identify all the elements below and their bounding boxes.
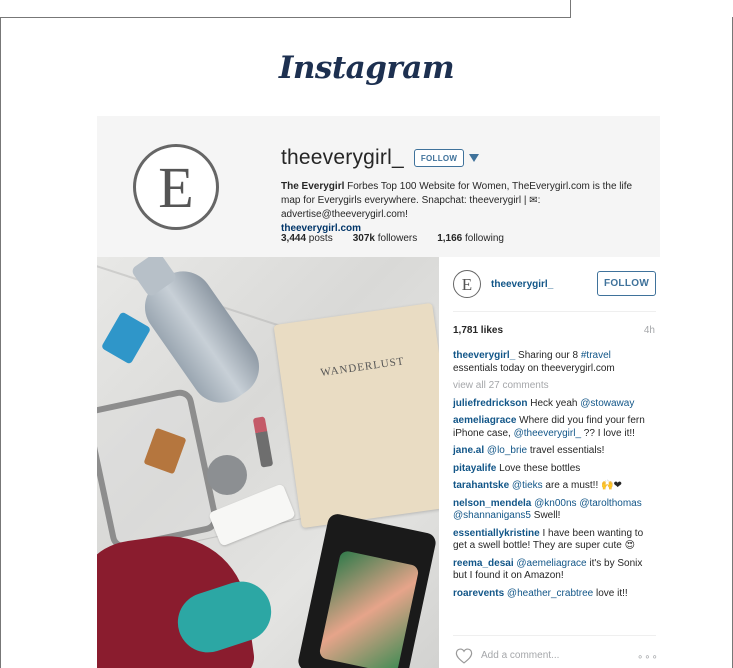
mention-link[interactable]: @tieks — [512, 480, 543, 491]
posts-stat: 3,444 posts — [281, 233, 333, 244]
followers-label: followers — [374, 233, 418, 244]
comment-username[interactable]: juliefredrickson — [453, 398, 527, 409]
frame-divider — [0, 17, 1, 668]
post-username[interactable]: theeverygirl_ — [491, 279, 553, 290]
profile-avatar[interactable]: E — [133, 144, 219, 230]
mention-link[interactable]: @heather_crabtree — [507, 588, 593, 599]
comment-username[interactable]: jane.al — [453, 445, 484, 456]
likes-count[interactable]: 1,781 likes — [453, 325, 503, 336]
divider — [453, 311, 656, 312]
following-stat[interactable]: 1,166 following — [437, 233, 504, 244]
frame-divider — [0, 17, 570, 18]
comment-username[interactable]: nelson_mendela — [453, 498, 531, 509]
post-photo[interactable]: WANDERLUST — [97, 257, 439, 668]
followers-stat[interactable]: 307k followers — [353, 233, 418, 244]
comment-text: are a must!! 🙌❤ — [542, 480, 622, 491]
profile-username: theeverygirl_ — [281, 146, 404, 169]
comment-item: reema_desai @aemeliagrace it's by Sonix … — [453, 558, 656, 583]
heart-icon[interactable] — [455, 648, 473, 664]
clear-pouch-image — [97, 387, 221, 552]
comment-username[interactable]: roarevents — [453, 588, 504, 599]
mention-link[interactable]: @theeverygirl_ — [514, 428, 581, 439]
post-time: 4h — [643, 325, 655, 336]
following-label: following — [462, 233, 504, 244]
instagram-logo[interactable]: Instagram — [0, 50, 733, 86]
comment-item: tarahantske @tieks are a must!! 🙌❤ — [453, 480, 656, 493]
comment-item: juliefredrickson Heck yeah @stowaway — [453, 398, 656, 411]
mention-link[interactable]: @aemeliagrace — [516, 558, 586, 569]
comment-username[interactable]: pitayalife — [453, 463, 496, 474]
username-row: theeverygirl_ FOLLOW — [281, 146, 480, 170]
notebook-title: WANDERLUST — [319, 355, 406, 379]
comment-item: essentiallykristine I have been wanting … — [453, 528, 656, 553]
caption: theeverygirl_ Sharing our 8 #travel esse… — [453, 350, 656, 375]
comment-username[interactable]: reema_desai — [453, 558, 514, 569]
comment-username[interactable]: essentiallykristine — [453, 528, 540, 539]
comment-item: pitayalife Love these bottles — [453, 463, 656, 476]
comment-text: love it!! — [593, 587, 628, 599]
comment-username[interactable]: theeverygirl_ — [453, 350, 515, 361]
avatar-letter: E — [461, 274, 473, 294]
comment-item: aemeliagrace Where did you find your fer… — [453, 415, 656, 440]
frame-divider — [570, 0, 571, 18]
comment-text: Heck yeah — [527, 397, 581, 409]
mention-link[interactable]: @stowaway — [580, 398, 634, 409]
view-all-comments-link[interactable]: view all 27 comments — [453, 380, 656, 393]
comment-text: Swell! — [531, 510, 561, 521]
comment-text: Sharing our 8 — [515, 350, 581, 361]
comment-item: nelson_mendela @kn00ns @tarolthomas @sha… — [453, 498, 656, 523]
avatar-letter: E — [158, 155, 194, 220]
profile-header: E theeverygirl_ FOLLOW The Everygirl For… — [97, 116, 660, 257]
comments-list: theeverygirl_ Sharing our 8 #travel esse… — [453, 350, 656, 605]
comment-item: jane.al @lo_brie travel essentials! — [453, 445, 656, 458]
post-details-panel: E theeverygirl_ FOLLOW 1,781 likes 4h th… — [439, 257, 660, 668]
divider — [453, 635, 656, 636]
comment-text: ?? I love it!! — [581, 427, 635, 439]
post-follow-button[interactable]: FOLLOW — [597, 271, 656, 296]
comment-text: Love these bottles — [496, 462, 581, 474]
mention-link[interactable]: @lo_brie — [487, 445, 527, 456]
bio-name: The Everygirl — [281, 181, 345, 192]
comment-text: travel essentials! — [527, 445, 605, 456]
profile-bio: The Everygirl Forbes Top 100 Website for… — [281, 180, 649, 236]
post-avatar[interactable]: E — [453, 270, 481, 298]
posts-count: 3,444 — [281, 233, 307, 244]
window-frame-top — [0, 0, 733, 18]
hashtag-link[interactable]: #travel — [581, 350, 611, 361]
followers-count: 307k — [352, 233, 375, 244]
dropdown-caret-icon[interactable] — [469, 154, 480, 162]
lipstick-image — [252, 416, 274, 468]
following-count: 1,166 — [437, 233, 463, 244]
posts-label: posts — [306, 233, 333, 244]
comment-username[interactable]: tarahantske — [453, 480, 509, 491]
comment-username[interactable]: aemeliagrace — [453, 415, 516, 426]
notebook-image: WANDERLUST — [273, 302, 439, 529]
comment-text: essentials today on theeverygirl.com — [453, 362, 615, 374]
luggage-tag-image — [100, 311, 152, 365]
comment-item: roarevents @heather_crabtree love it!! — [453, 588, 656, 601]
more-options-icon[interactable]: ∘∘∘ — [637, 652, 659, 663]
profile-stats: 3,444 posts 307k followers 1,166 followi… — [281, 233, 524, 244]
follow-button[interactable]: FOLLOW — [413, 149, 465, 167]
compact-image — [207, 455, 247, 495]
add-comment-input[interactable]: Add a comment... — [481, 650, 559, 661]
